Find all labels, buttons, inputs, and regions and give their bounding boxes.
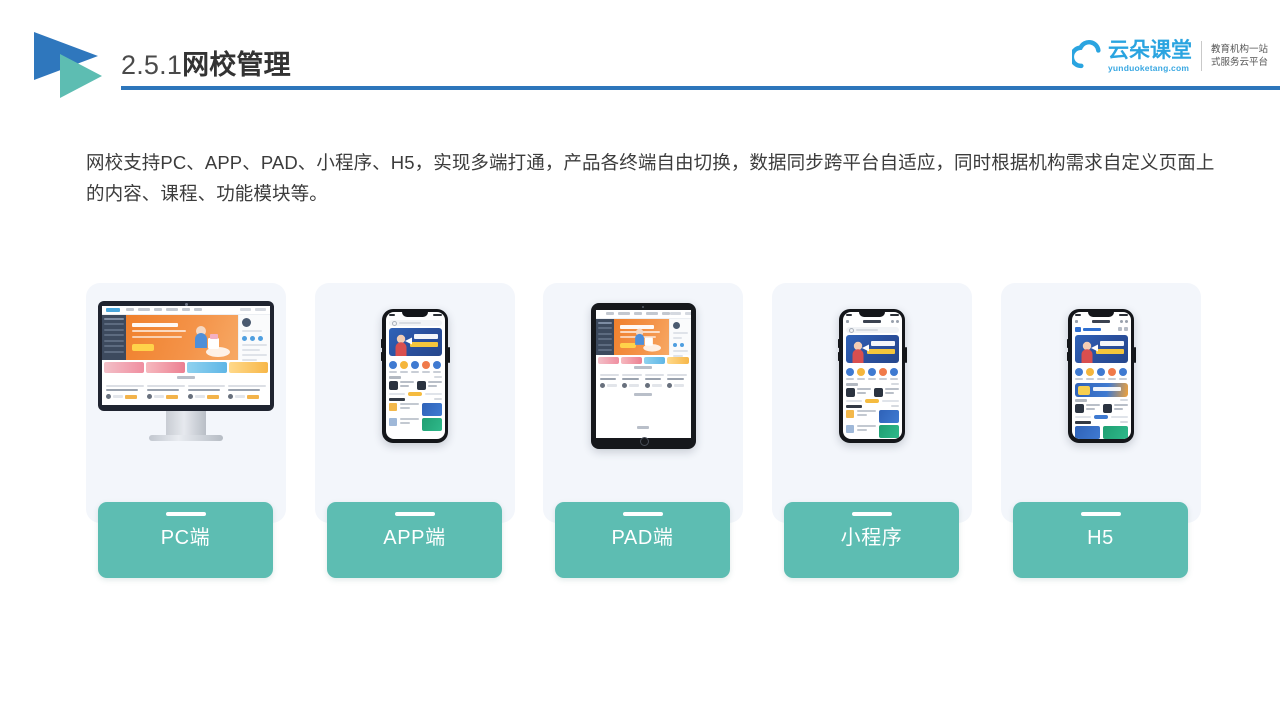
device-preview-app — [315, 283, 515, 468]
device-card-app[interactable] — [315, 283, 515, 523]
brand-tagline-line1: 教育机构一站 — [1210, 44, 1268, 55]
cloud-icon — [1071, 40, 1101, 69]
brand-divider — [1200, 41, 1202, 71]
brand-name-en: yunduoketang.com — [1107, 63, 1190, 73]
device-chip-h5[interactable]: H5 — [1013, 502, 1188, 578]
brand-tagline: 教育机构一站 式服务云平台 — [1211, 43, 1268, 69]
chip-divider — [165, 512, 206, 516]
device-chip-label: PAD端 — [611, 527, 674, 549]
chip-divider — [394, 512, 435, 516]
device-card-row: PC端 APP端 PAD端 小程序 H5 — [86, 283, 1203, 578]
brand-logo: 云朵课堂 yunduoketang.com 教育机构一站 式服务云平台 — [1071, 33, 1268, 79]
title-underline-rule — [121, 86, 1280, 90]
device-chip-pc[interactable]: PC端 — [98, 502, 273, 578]
device-card-pc[interactable] — [86, 283, 286, 523]
device-chip-label: H5 — [1087, 527, 1114, 549]
page-title-text: 网校管理 — [182, 50, 291, 80]
brand-wordmark: 云朵课堂 yunduoketang.com — [1108, 39, 1192, 73]
page-header: 2.5.1网校管理 云朵课堂 yunduoketang.com 教育机构一站 式… — [0, 0, 1280, 110]
page-title-number: 2.5.1 — [121, 50, 183, 80]
page-title: 2.5.1网校管理 — [121, 48, 291, 82]
device-chip-miniprogram[interactable]: 小程序 — [784, 502, 959, 578]
brand-name-cn: 云朵课堂 — [1107, 39, 1192, 62]
chip-divider — [851, 512, 892, 516]
device-chip-app[interactable]: APP端 — [327, 502, 502, 578]
chip-divider — [622, 512, 663, 516]
chip-divider — [1080, 512, 1121, 516]
intro-paragraph: 网校支持PC、APP、PAD、小程序、H5，实现多端打通，产品各终端自由切换，数… — [86, 151, 1215, 204]
device-preview-miniprogram — [772, 283, 972, 468]
device-chip-label: APP端 — [383, 527, 446, 549]
mobile-phone-icon — [837, 308, 907, 443]
device-card-pad[interactable] — [543, 283, 743, 523]
double-triangle-play-icon — [26, 28, 122, 102]
brand-tagline-line2: 式服务云平台 — [1210, 57, 1268, 68]
device-card-miniprogram[interactable] — [772, 283, 972, 523]
desktop-icon — [98, 300, 274, 451]
tablet-icon — [590, 302, 696, 449]
mobile-phone-icon — [380, 308, 450, 443]
mobile-phone-icon — [1066, 308, 1136, 443]
device-preview-pc — [86, 283, 286, 468]
device-chip-label: PC端 — [160, 527, 211, 549]
device-chip-label: 小程序 — [840, 527, 903, 549]
device-preview-pad — [543, 283, 743, 468]
device-card-h5[interactable] — [1001, 283, 1201, 523]
device-preview-h5 — [1001, 283, 1201, 468]
device-chip-pad[interactable]: PAD端 — [555, 502, 730, 578]
